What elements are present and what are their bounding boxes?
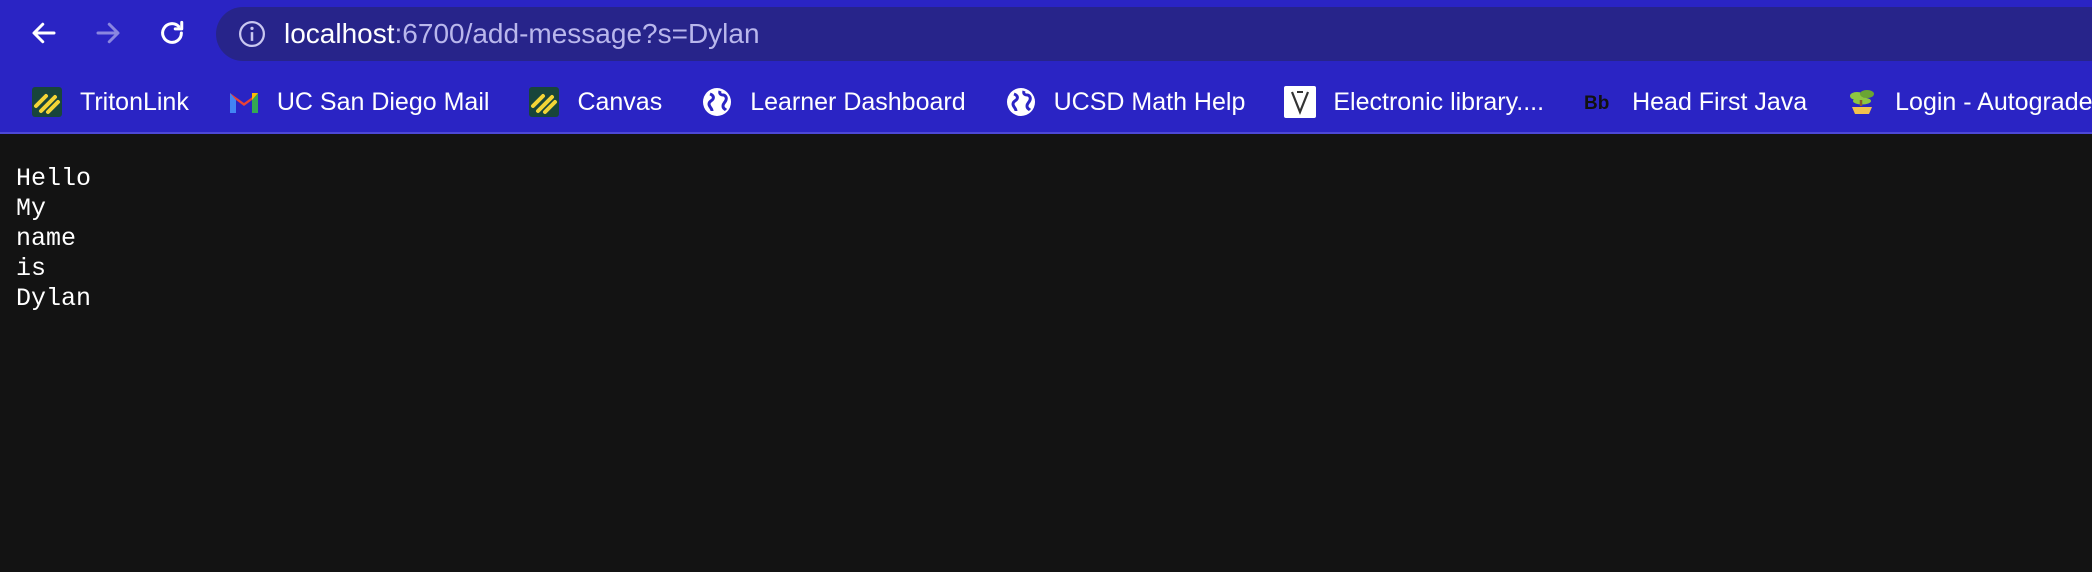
bookmark-label: Electronic library.... <box>1333 87 1545 116</box>
bookmark-electronic-library[interactable]: Electronic library.... <box>1263 79 1554 125</box>
url-path: :6700/add-message?s=Dylan <box>394 18 760 49</box>
reload-icon <box>161 20 184 44</box>
browser-toolbar: localhost:6700/add-message?s=Dylan <box>0 0 2092 68</box>
bookmark-label: Head First Java <box>1632 87 1808 116</box>
url-text[interactable]: localhost:6700/add-message?s=Dylan <box>284 18 760 50</box>
back-button[interactable] <box>21 10 67 56</box>
canvas-icon <box>527 85 561 119</box>
bookmark-learner-dashboard[interactable]: Learner Dashboard <box>680 79 975 125</box>
bonsai-icon <box>1845 85 1879 119</box>
globe-icon <box>1004 85 1038 119</box>
address-bar[interactable]: localhost:6700/add-message?s=Dylan <box>216 7 2092 61</box>
message-line: Hello <box>16 164 92 193</box>
bookmark-label: Learner Dashboard <box>750 87 966 116</box>
svg-text:Bb: Bb <box>1584 93 1609 114</box>
bookmark-tritonlink[interactable]: TritonLink <box>0 79 199 125</box>
message-line: My <box>16 194 47 223</box>
url-host: localhost <box>284 18 395 49</box>
bookmark-head-first-java[interactable]: Bb Head First Java <box>1562 79 1817 125</box>
browser-chrome: localhost:6700/add-message?s=Dylan Trito… <box>0 0 2092 134</box>
bookmark-label: TritonLink <box>80 87 189 116</box>
bb-icon: Bb <box>1582 85 1616 119</box>
bookmark-label: Login - Autograder <box>1895 87 2092 116</box>
gmail-icon <box>227 85 261 119</box>
message-text: Hello My name is Dylan <box>16 164 91 314</box>
arrow-left-icon <box>32 22 56 44</box>
page-content: Hello My name is Dylan <box>0 134 2092 572</box>
reload-button[interactable] <box>149 10 195 56</box>
bookmark-uc-san-diego-mail[interactable]: UC San Diego Mail <box>207 79 500 125</box>
globe-icon <box>700 85 734 119</box>
forward-button[interactable] <box>85 10 131 56</box>
bookmark-label: UCSD Math Help <box>1053 87 1246 116</box>
bookmark-canvas[interactable]: Canvas <box>507 79 672 125</box>
bookmark-label: Canvas <box>577 87 663 116</box>
arrow-right-icon <box>96 22 120 44</box>
v-logo-icon <box>1283 85 1317 119</box>
bookmark-ucsd-math-help[interactable]: UCSD Math Help <box>984 79 1256 125</box>
bookmark-label: UC San Diego Mail <box>276 87 490 116</box>
message-line: Dylan <box>16 284 92 313</box>
bookmarks-bar: TritonLink UC San Diego Mail Canvas Lear… <box>0 72 2092 132</box>
bookmark-login-autograder[interactable]: Login - Autograder <box>1825 79 2092 125</box>
info-icon[interactable] <box>236 18 268 50</box>
tritonlink-icon <box>30 85 64 119</box>
message-line: name <box>16 224 77 253</box>
message-line: is <box>16 254 47 283</box>
